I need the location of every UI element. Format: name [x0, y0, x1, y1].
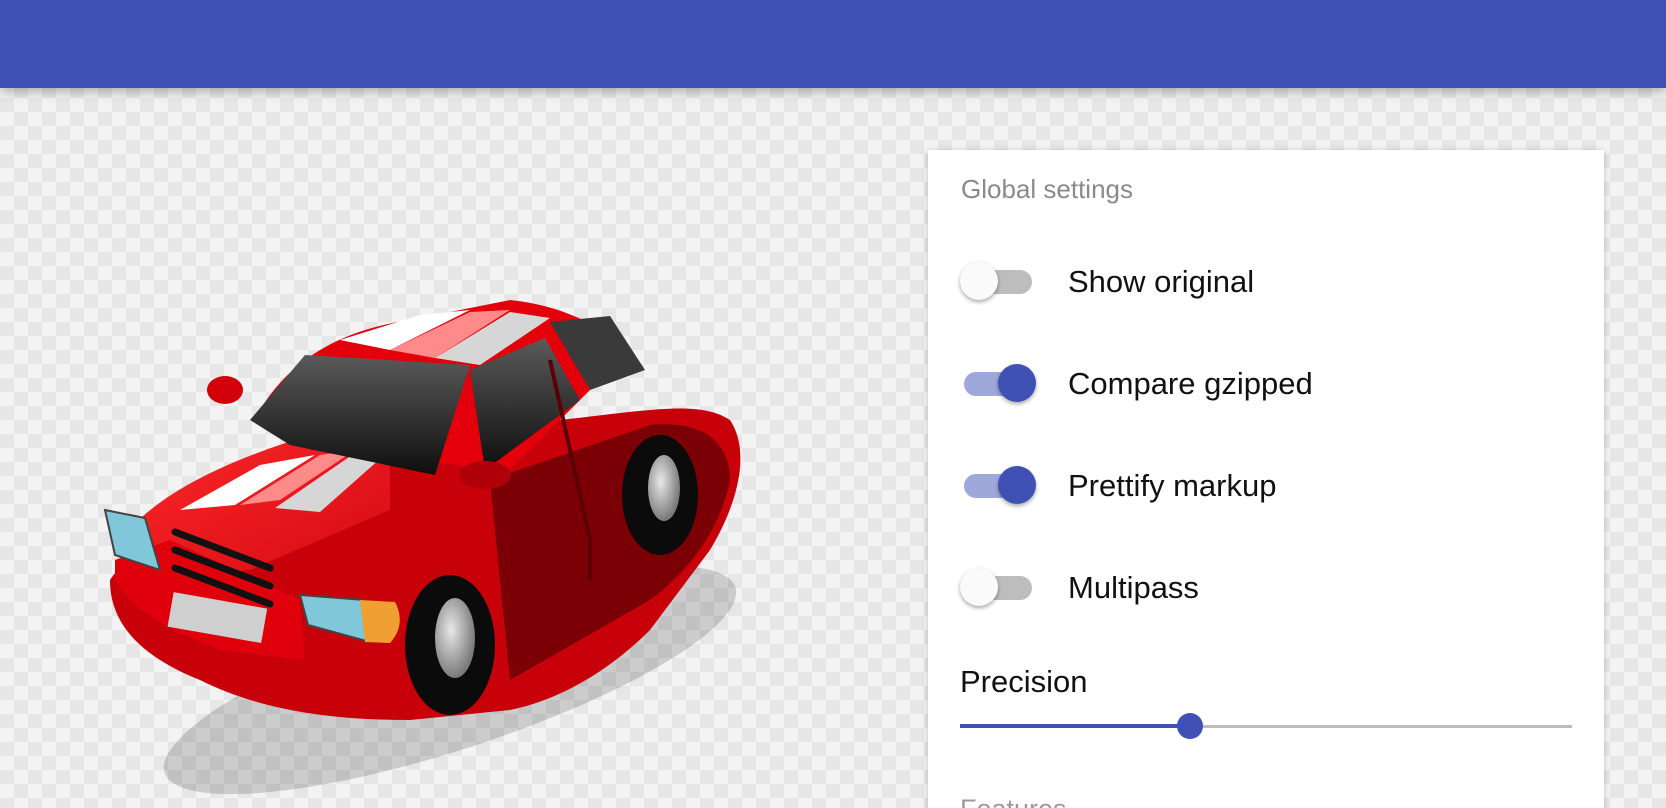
option-prettify-markup[interactable]: Prettify markup [960, 454, 1560, 514]
panel-title: Global settings [961, 174, 1133, 204]
toggle-thumb[interactable] [960, 262, 998, 300]
toggle-thumb[interactable] [960, 568, 998, 606]
multipass-toggle[interactable] [960, 566, 1036, 606]
precision-label: Precision [960, 664, 1088, 699]
features-section-label: Features [960, 794, 1067, 808]
slider-fill [960, 724, 1190, 728]
show-original-toggle[interactable] [960, 260, 1036, 300]
prettify-markup-toggle[interactable] [960, 464, 1036, 504]
svg-preview-image [103, 300, 741, 795]
precision-slider[interactable] [960, 712, 1572, 742]
slider-knob[interactable] [1176, 713, 1203, 739]
show-original-label: Show original [1068, 264, 1255, 299]
toggle-thumb[interactable] [998, 466, 1036, 504]
compare-gzipped-label: Compare gzipped [1068, 366, 1313, 401]
toggle-thumb[interactable] [998, 364, 1036, 402]
compare-gzipped-toggle[interactable] [960, 362, 1036, 402]
option-show-original[interactable]: Show original [960, 250, 1560, 310]
prettify-markup-label: Prettify markup [1068, 468, 1277, 503]
option-multipass[interactable]: Multipass [960, 556, 1560, 616]
multipass-label: Multipass [1068, 570, 1199, 605]
app-window: Global settings Show original Compare gz… [0, 0, 1666, 808]
option-compare-gzipped[interactable]: Compare gzipped [960, 352, 1560, 412]
global-settings-panel: Global settings Show original Compare gz… [928, 150, 1604, 808]
top-app-bar [0, 0, 1666, 88]
